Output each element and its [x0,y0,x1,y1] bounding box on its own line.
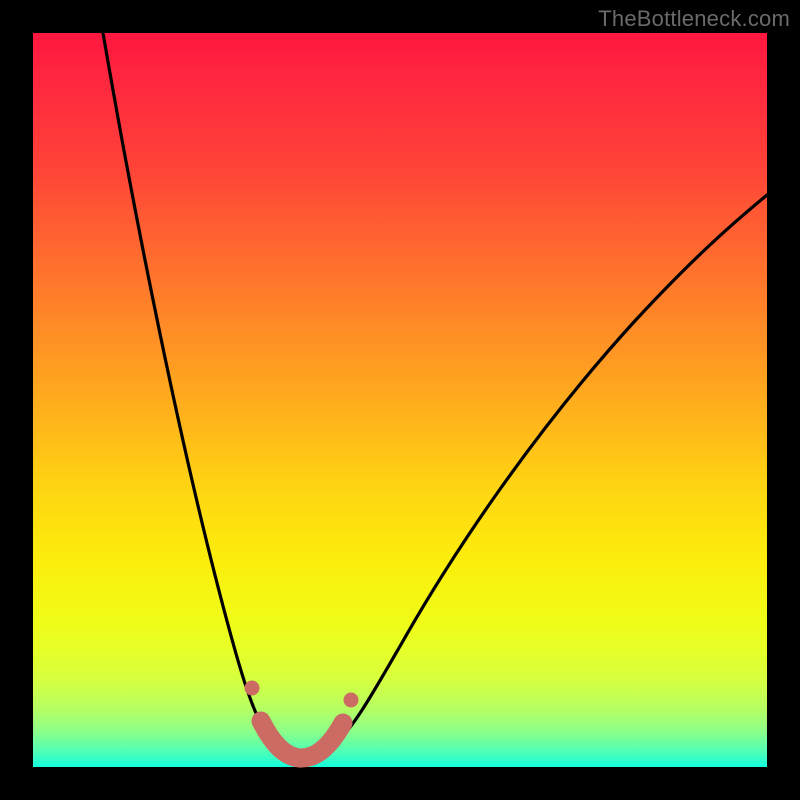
curve-path [103,33,767,758]
chart-frame: TheBottleneck.com [0,0,800,800]
plot-area [33,33,767,767]
marker-left-upper [245,681,260,696]
marker-right-upper [344,693,359,708]
bottom-thick-segment [261,721,343,758]
watermark-text: TheBottleneck.com [598,6,790,32]
bottleneck-curve [33,33,767,767]
